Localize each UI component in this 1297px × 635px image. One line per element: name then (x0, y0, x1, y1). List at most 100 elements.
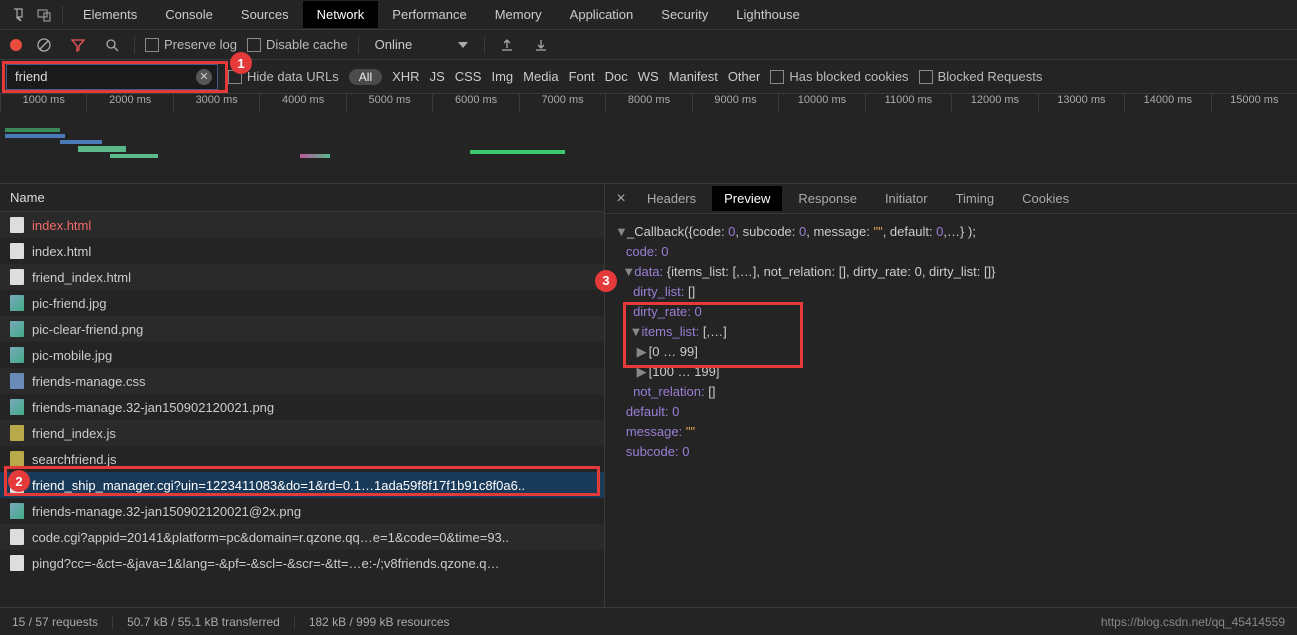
download-icon[interactable] (529, 33, 553, 57)
request-row[interactable]: pingd?cc=-&ct=-&java=1&lang=-&pf=-&scl=-… (0, 550, 604, 576)
tab-sources[interactable]: Sources (227, 1, 303, 28)
request-name: pic-mobile.jpg (32, 348, 112, 363)
request-row[interactable]: searchfriend.js (0, 446, 604, 472)
clear-filter-icon[interactable]: ✕ (196, 69, 212, 85)
request-row[interactable]: friends-manage.css (0, 368, 604, 394)
timeline[interactable]: 1000 ms 2000 ms 3000 ms 4000 ms 5000 ms … (0, 94, 1297, 184)
tree-row[interactable]: code: 0 (615, 242, 1287, 262)
status-transferred: 50.7 kB / 55.1 kB transferred (127, 615, 295, 629)
file-icon (10, 503, 24, 519)
timeline-bar (5, 134, 65, 138)
clear-icon[interactable] (32, 33, 56, 57)
request-row[interactable]: pic-clear-friend.png (0, 316, 604, 342)
request-name: friend_index.html (32, 270, 131, 285)
chevron-down-icon (458, 42, 468, 48)
file-icon (10, 217, 24, 233)
tab-network[interactable]: Network (303, 1, 379, 28)
disable-cache-checkbox[interactable]: Disable cache (247, 37, 348, 52)
tree-row[interactable]: dirty_list: [] (615, 282, 1287, 302)
callout-1: 1 (230, 52, 252, 74)
watermark: https://blog.csdn.net/qq_45414559 (1101, 615, 1285, 629)
request-row[interactable]: friends-manage.32-jan150902120021@2x.png (0, 498, 604, 524)
type-xhr[interactable]: XHR (392, 69, 419, 84)
file-icon (10, 295, 24, 311)
tree-row[interactable]: ▶[100 … 199] (615, 362, 1287, 382)
tree-row[interactable]: message: "" (615, 422, 1287, 442)
type-all[interactable]: All (349, 69, 382, 85)
status-resources: 182 kB / 999 kB resources (309, 615, 450, 629)
request-name: searchfriend.js (32, 452, 117, 467)
tree-row[interactable]: ▶[0 … 99] (615, 342, 1287, 362)
device-toggle-icon[interactable] (32, 3, 56, 27)
search-icon[interactable] (100, 33, 124, 57)
preview-content[interactable]: 3 ▼▼ _Callback({code: 0, subcode: 0, mes… (605, 214, 1297, 607)
has-blocked-cookies-checkbox[interactable]: Has blocked cookies (770, 69, 908, 84)
tab-lighthouse[interactable]: Lighthouse (722, 1, 814, 28)
request-name: friends-manage.32-jan150902120021.png (32, 400, 274, 415)
tab-elements[interactable]: Elements (69, 1, 151, 28)
type-media[interactable]: Media (523, 69, 558, 84)
dtab-headers[interactable]: Headers (635, 186, 708, 211)
requests-pane: Name 2 index.htmlindex.htmlfriend_index.… (0, 184, 605, 607)
dtab-cookies[interactable]: Cookies (1010, 186, 1081, 211)
request-name: friend_index.js (32, 426, 116, 441)
file-icon (10, 529, 24, 545)
timeline-bar (60, 140, 102, 144)
file-icon (10, 243, 24, 259)
type-manifest[interactable]: Manifest (669, 69, 718, 84)
file-icon (10, 373, 24, 389)
tree-row[interactable]: not_relation: [] (615, 382, 1287, 402)
type-font[interactable]: Font (569, 69, 595, 84)
request-row[interactable]: friend_ship_manager.cgi?uin=1223411083&d… (0, 472, 604, 498)
tree-row[interactable]: ▼data: {items_list: [,…], not_relation: … (615, 262, 1287, 282)
callout-3: 3 (595, 270, 617, 292)
record-button[interactable] (10, 39, 22, 51)
tab-performance[interactable]: Performance (378, 1, 480, 28)
request-row[interactable]: friend_index.html (0, 264, 604, 290)
request-row[interactable]: friend_index.js (0, 420, 604, 446)
tab-application[interactable]: Application (556, 1, 648, 28)
request-row[interactable]: index.html (0, 212, 604, 238)
request-row[interactable]: index.html (0, 238, 604, 264)
type-other[interactable]: Other (728, 69, 761, 84)
disable-cache-label: Disable cache (266, 37, 348, 52)
dtab-preview[interactable]: Preview (712, 186, 782, 211)
tree-row[interactable]: ▼▼ _Callback({code: 0, subcode: 0, messa… (615, 222, 1287, 242)
timeline-bar (470, 150, 565, 154)
request-row[interactable]: code.cgi?appid=20141&platform=pc&domain=… (0, 524, 604, 550)
dtab-timing[interactable]: Timing (944, 186, 1007, 211)
status-requests: 15 / 57 requests (12, 615, 113, 629)
tab-security[interactable]: Security (647, 1, 722, 28)
devtools-tabs: Elements Console Sources Network Perform… (0, 0, 1297, 30)
throttling-select[interactable]: Online (369, 37, 475, 52)
preserve-log-checkbox[interactable]: Preserve log (145, 37, 237, 52)
divider (62, 6, 63, 24)
divider (358, 36, 359, 54)
type-doc[interactable]: Doc (605, 69, 628, 84)
upload-icon[interactable] (495, 33, 519, 57)
request-list: 2 index.htmlindex.htmlfriend_index.htmlp… (0, 212, 604, 607)
tab-console[interactable]: Console (151, 1, 227, 28)
request-row[interactable]: friends-manage.32-jan150902120021.png (0, 394, 604, 420)
type-ws[interactable]: WS (638, 69, 659, 84)
request-row[interactable]: pic-friend.jpg (0, 290, 604, 316)
type-img[interactable]: Img (491, 69, 513, 84)
tab-memory[interactable]: Memory (481, 1, 556, 28)
tree-row[interactable]: ▼items_list: [,…] (615, 322, 1287, 342)
timeline-ticks: 1000 ms 2000 ms 3000 ms 4000 ms 5000 ms … (0, 94, 1297, 112)
filter-input[interactable] (6, 64, 218, 90)
dtab-response[interactable]: Response (786, 186, 869, 211)
close-detail-icon[interactable]: × (611, 190, 631, 208)
tree-row[interactable]: dirty_rate: 0 (615, 302, 1287, 322)
type-css[interactable]: CSS (455, 69, 482, 84)
tree-row[interactable]: subcode: 0 (615, 442, 1287, 462)
type-js[interactable]: JS (430, 69, 445, 84)
dtab-initiator[interactable]: Initiator (873, 186, 940, 211)
request-name: friend_ship_manager.cgi?uin=1223411083&d… (32, 478, 525, 493)
blocked-requests-checkbox[interactable]: Blocked Requests (919, 69, 1043, 84)
tree-row[interactable]: default: 0 (615, 402, 1287, 422)
request-row[interactable]: pic-mobile.jpg (0, 342, 604, 368)
name-column-header[interactable]: Name (0, 184, 604, 212)
inspect-icon[interactable] (8, 3, 32, 27)
filter-icon[interactable] (66, 33, 90, 57)
